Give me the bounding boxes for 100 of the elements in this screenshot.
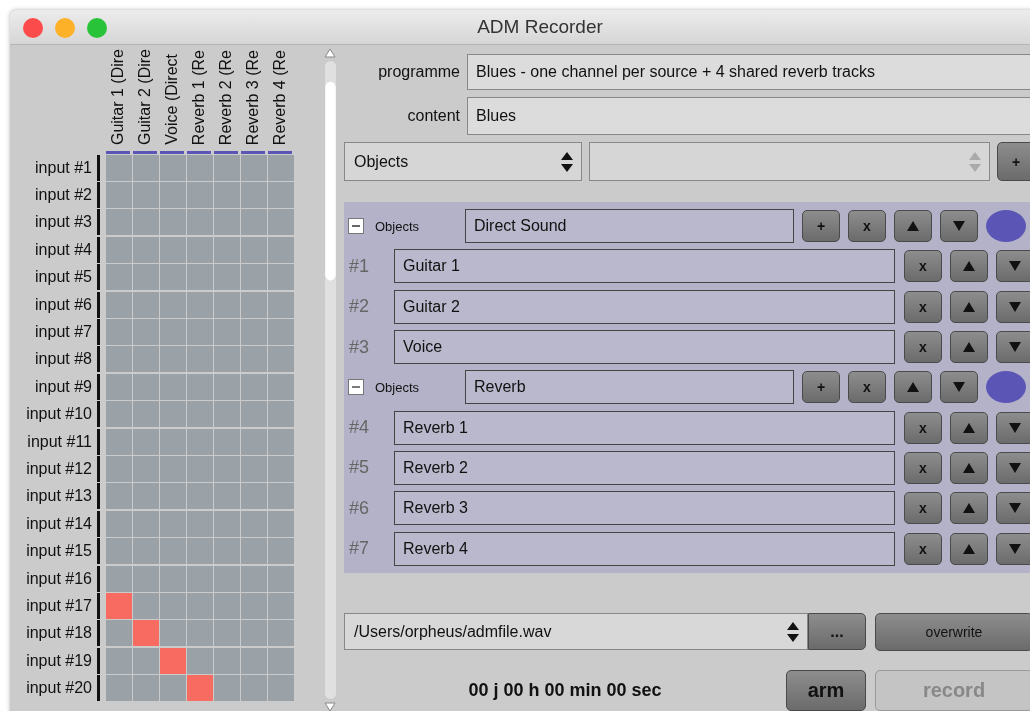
matrix-cell[interactable] — [268, 456, 294, 482]
matrix-cell[interactable] — [187, 182, 213, 209]
matrix-cell[interactable] — [241, 456, 267, 482]
matrix-cell[interactable] — [106, 373, 132, 400]
matrix-cell[interactable] — [187, 428, 213, 455]
matrix-cell[interactable] — [187, 264, 213, 291]
browse-button[interactable]: ... — [808, 613, 866, 651]
matrix-cell[interactable] — [214, 647, 240, 674]
group-color-dot[interactable] — [986, 371, 1026, 404]
matrix-cell[interactable] — [268, 483, 294, 510]
move-down-button[interactable] — [940, 371, 978, 404]
matrix-cell[interactable] — [133, 620, 159, 647]
matrix-cell[interactable] — [106, 182, 132, 209]
matrix-cell[interactable] — [106, 209, 132, 236]
matrix-cell[interactable] — [187, 456, 213, 482]
remove-button[interactable]: x — [904, 532, 942, 565]
matrix-cell[interactable] — [133, 236, 159, 263]
remove-button[interactable]: x — [904, 411, 942, 444]
matrix-cell[interactable] — [268, 565, 294, 592]
matrix-cell[interactable] — [160, 456, 186, 482]
zoom-icon[interactable] — [87, 18, 107, 38]
move-down-button[interactable] — [996, 411, 1030, 444]
scroll-down-icon[interactable] — [324, 702, 336, 711]
matrix-cell[interactable] — [160, 264, 186, 291]
matrix-cell[interactable] — [241, 319, 267, 346]
matrix-cell[interactable] — [106, 236, 132, 263]
overwrite-button[interactable]: overwrite — [875, 612, 1030, 651]
matrix-cell[interactable] — [187, 483, 213, 510]
matrix-cell[interactable] — [133, 647, 159, 674]
matrix-cell[interactable] — [268, 319, 294, 346]
move-down-button[interactable] — [996, 532, 1030, 565]
matrix-cell[interactable] — [187, 538, 213, 565]
matrix-cell[interactable] — [241, 236, 267, 263]
matrix-cell[interactable] — [133, 319, 159, 346]
matrix-cell[interactable] — [160, 428, 186, 455]
move-up-button[interactable] — [950, 290, 988, 323]
move-up-button[interactable] — [894, 371, 932, 404]
matrix-cell[interactable] — [268, 373, 294, 400]
matrix-cell[interactable] — [187, 647, 213, 674]
matrix-cell[interactable] — [214, 538, 240, 565]
matrix-cell[interactable] — [241, 346, 267, 373]
matrix-cell[interactable] — [106, 483, 132, 510]
type-dropdown[interactable]: Objects — [344, 142, 582, 181]
matrix-cell[interactable] — [241, 538, 267, 565]
matrix-cell[interactable] — [106, 428, 132, 455]
matrix-cell[interactable] — [241, 647, 267, 674]
matrix-cell[interactable] — [268, 154, 294, 181]
matrix-cell[interactable] — [268, 592, 294, 619]
matrix-cell[interactable] — [214, 675, 240, 702]
matrix-cell[interactable] — [214, 182, 240, 209]
matrix-cell[interactable] — [160, 592, 186, 619]
add-button[interactable]: + — [802, 210, 840, 243]
matrix-cell[interactable] — [268, 182, 294, 209]
move-down-button[interactable] — [940, 210, 978, 243]
programme-field[interactable]: Blues - one channel per source + 4 shared reverb tracks — [467, 54, 1030, 90]
matrix-cell[interactable] — [106, 592, 132, 619]
matrix-cell[interactable] — [214, 456, 240, 482]
matrix-cell[interactable] — [160, 319, 186, 346]
matrix-cell[interactable] — [133, 675, 159, 702]
move-up-button[interactable] — [950, 451, 988, 484]
remove-button[interactable]: x — [904, 331, 942, 364]
matrix-cell[interactable] — [241, 264, 267, 291]
matrix-cell[interactable] — [160, 565, 186, 592]
object-name-field[interactable]: Voice — [394, 330, 895, 365]
move-up-button[interactable] — [950, 250, 988, 283]
matrix-cell[interactable] — [268, 291, 294, 318]
matrix-cell[interactable] — [214, 291, 240, 318]
move-up-button[interactable] — [950, 411, 988, 444]
matrix-cell[interactable] — [187, 620, 213, 647]
group-color-dot[interactable] — [986, 210, 1026, 243]
object-name-field[interactable]: Reverb 3 — [394, 491, 895, 526]
object-name-field[interactable]: Reverb 2 — [394, 450, 895, 485]
matrix-cell[interactable] — [106, 647, 132, 674]
matrix-cell[interactable] — [106, 264, 132, 291]
matrix-cell[interactable] — [160, 291, 186, 318]
matrix-cell[interactable] — [160, 538, 186, 565]
matrix-cell[interactable] — [133, 456, 159, 482]
arm-button[interactable]: arm — [786, 669, 866, 711]
matrix-cell[interactable] — [133, 510, 159, 537]
matrix-cell[interactable] — [133, 373, 159, 400]
matrix-cell[interactable] — [214, 236, 240, 263]
matrix-cell[interactable] — [268, 346, 294, 373]
scroll-up-icon[interactable] — [324, 48, 336, 58]
matrix-cell[interactable] — [187, 319, 213, 346]
remove-button[interactable]: x — [848, 210, 886, 243]
matrix-cell[interactable] — [133, 154, 159, 181]
matrix-cell[interactable] — [241, 483, 267, 510]
matrix-cell[interactable] — [160, 236, 186, 263]
add-button[interactable]: + — [802, 371, 840, 404]
matrix-cell[interactable] — [160, 182, 186, 209]
matrix-cell[interactable] — [268, 236, 294, 263]
minimize-icon[interactable] — [55, 18, 75, 38]
matrix-cell[interactable] — [106, 510, 132, 537]
matrix-cell[interactable] — [160, 483, 186, 510]
object-name-field[interactable]: Reverb 4 — [394, 531, 895, 566]
matrix-cell[interactable] — [241, 510, 267, 537]
matrix-cell[interactable] — [160, 675, 186, 702]
matrix-cell[interactable] — [268, 647, 294, 674]
matrix-cell[interactable] — [187, 154, 213, 181]
matrix-cell[interactable] — [214, 483, 240, 510]
